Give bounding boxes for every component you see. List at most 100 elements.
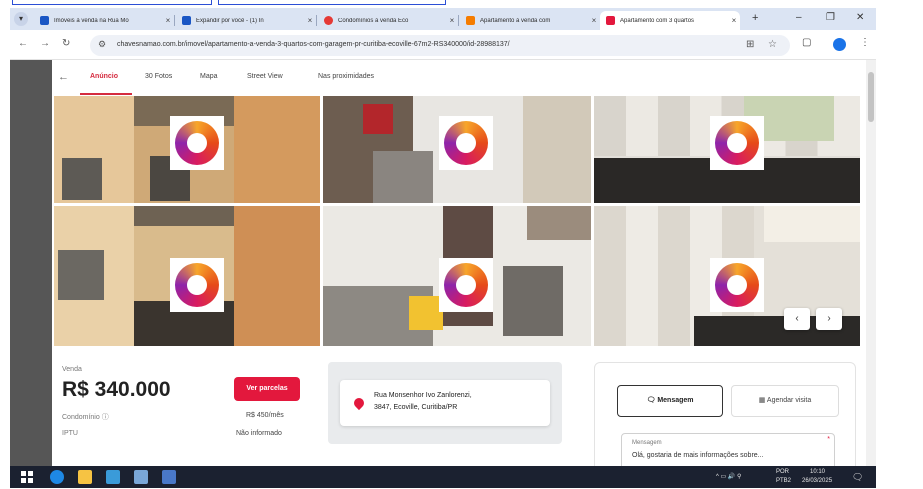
gallery-photo[interactable]	[54, 96, 320, 203]
tab-proximidades[interactable]: Nas proximidades	[318, 73, 374, 80]
iptu-label: IPTU	[62, 430, 78, 437]
browser-tab-bar: ▾ Imóveis à venda na Rua Mo × Expandir p…	[10, 8, 876, 30]
active-tab-indicator	[80, 93, 132, 95]
tab-mapa[interactable]: Mapa	[200, 73, 218, 80]
tab-close-icon[interactable]: ×	[728, 16, 740, 25]
back-arrow-icon[interactable]: ←	[58, 71, 69, 83]
new-tab-button[interactable]: +	[752, 12, 758, 24]
transaction-label: Venda	[62, 366, 82, 373]
tab-anuncio[interactable]: Anúncio	[90, 73, 118, 80]
favicon-icon	[182, 16, 191, 25]
top-strip	[0, 0, 923, 8]
listing-price: R$ 340.000	[62, 378, 171, 401]
gallery-photo[interactable]	[594, 96, 860, 203]
watermark-logo	[439, 258, 493, 312]
minimize-button[interactable]: –	[796, 12, 802, 23]
watermark-logo	[170, 258, 224, 312]
info-icon[interactable]: ⓘ	[102, 414, 109, 421]
address-map-card[interactable]: Rua Monsenhor Ivo Zanlorenzi, 3847, Ecov…	[328, 362, 562, 444]
scrollbar-thumb[interactable]	[868, 72, 874, 122]
iptu-value: Não informado	[236, 430, 282, 437]
bookmark-star-icon[interactable]: ☆	[768, 39, 777, 50]
watermark-logo	[710, 258, 764, 312]
tab-close-icon[interactable]: ×	[162, 16, 174, 25]
gallery-next-button[interactable]: ›	[816, 308, 842, 330]
system-tray-icons[interactable]: ^ ▭ 🔊 ⚲	[716, 473, 741, 480]
outer-margin	[876, 0, 923, 488]
tab-close-icon[interactable]: ×	[446, 16, 458, 25]
tab-separator	[458, 15, 459, 26]
calendar-icon: ▦	[758, 397, 766, 404]
message-button[interactable]: 🗨 Mensagem	[617, 385, 723, 417]
condo-label: Condomínio ⓘ	[62, 414, 109, 421]
clock-date[interactable]: 26/03/2025	[802, 478, 832, 484]
favicon-icon	[324, 16, 333, 25]
window-close-button[interactable]: ✕	[856, 12, 864, 23]
view-installments-button[interactable]: Ver parcelas	[234, 377, 300, 401]
gallery-photo[interactable]	[54, 206, 320, 346]
listing-nav-tabs: ← Anúncio 30 Fotos Mapa Street View Nas …	[52, 60, 866, 96]
address-box: Rua Monsenhor Ivo Zanlorenzi, 3847, Ecov…	[340, 380, 550, 426]
browser-toolbar: ← → ↻ ⚙ chavesnamao.com.br/imovel/aparta…	[10, 30, 876, 60]
translate-icon[interactable]: ⊞	[746, 39, 754, 50]
tab-fotos[interactable]: 30 Fotos	[145, 73, 172, 80]
browser-tab-4[interactable]: Apartamento à venda com ×	[460, 11, 600, 30]
chat-icon: 🗨	[646, 397, 656, 404]
tab-street-view[interactable]: Street View	[247, 73, 283, 80]
browser-tab-3[interactable]: Condomínios à venda Eco ×	[318, 11, 458, 30]
gallery-photo[interactable]	[323, 96, 591, 203]
browser-tab-1[interactable]: Imóveis à venda na Rua Mo ×	[34, 11, 174, 30]
address-line-2: 3847, Ecoville, Curitiba/PR	[374, 404, 458, 411]
keyboard-layout[interactable]: PTB2	[776, 478, 791, 484]
clock-time[interactable]: 10:10	[810, 469, 825, 475]
app-icon[interactable]	[162, 470, 176, 484]
link-outline	[12, 0, 212, 5]
required-mark: *	[827, 436, 830, 443]
notification-icon[interactable]: 🗨	[852, 472, 863, 483]
calculator-icon[interactable]	[134, 470, 148, 484]
condo-value: R$ 450/mês	[246, 412, 284, 419]
menu-kebab-icon[interactable]: ⋮	[860, 37, 870, 48]
reload-icon[interactable]: ↻	[62, 38, 70, 49]
address-line-1: Rua Monsenhor Ivo Zanlorenzi,	[374, 392, 472, 399]
tab-close-icon[interactable]: ×	[588, 16, 600, 25]
contact-card: 🗨 Mensagem ▦ Agendar visita Mensagem Olá…	[594, 362, 856, 466]
windows-start-icon[interactable]	[20, 470, 34, 484]
file-explorer-icon[interactable]	[78, 470, 92, 484]
watermark-logo	[439, 116, 493, 170]
message-textarea[interactable]: Mensagem Olá, gostaria de mais informaçõ…	[621, 433, 835, 466]
tab-close-icon[interactable]: ×	[304, 16, 316, 25]
gallery-photo[interactable]	[323, 206, 591, 346]
favicon-icon	[40, 16, 49, 25]
page-backdrop	[10, 60, 52, 466]
forward-arrow-icon[interactable]: →	[40, 38, 50, 49]
tab-separator	[174, 15, 175, 26]
restore-button[interactable]: ❐	[826, 12, 835, 23]
schedule-visit-button[interactable]: ▦ Agendar visita	[731, 385, 839, 417]
map-pin-icon	[351, 395, 367, 411]
browser-tab-active[interactable]: Apartamento com 3 quartos ×	[600, 11, 740, 30]
watermark-logo	[710, 116, 764, 170]
tab-search-icon[interactable]: ▾	[14, 12, 28, 26]
language-indicator[interactable]: POR	[776, 469, 789, 475]
address-bar[interactable]: ⚙ chavesnamao.com.br/imovel/apartamento-…	[90, 35, 790, 56]
sidebar-icon[interactable]: ▢	[802, 37, 811, 48]
profile-avatar[interactable]	[833, 38, 846, 51]
message-field-label: Mensagem	[632, 440, 662, 446]
site-info-icon[interactable]: ⚙	[98, 39, 106, 50]
link-outline	[218, 0, 446, 5]
message-field-value: Olá, gostaria de mais informações sobre.…	[632, 452, 764, 459]
watermark-logo	[170, 116, 224, 170]
tab-separator	[316, 15, 317, 26]
edge-browser-icon[interactable]	[50, 470, 64, 484]
browser-tab-2[interactable]: Expandir por você - (1) In ×	[176, 11, 316, 30]
url-text: chavesnamao.com.br/imovel/apartamento-a-…	[117, 41, 510, 48]
windows-taskbar: ^ ▭ 🔊 ⚲ POR PTB2 10:10 26/03/2025 🗨	[10, 466, 876, 488]
photo-gallery	[54, 96, 860, 346]
favicon-icon	[466, 16, 475, 25]
page-viewport: ← Anúncio 30 Fotos Mapa Street View Nas …	[10, 60, 876, 466]
favicon-icon	[606, 16, 615, 25]
store-icon[interactable]	[106, 470, 120, 484]
gallery-prev-button[interactable]: ‹	[784, 308, 810, 330]
back-arrow-icon[interactable]: ←	[18, 38, 28, 49]
